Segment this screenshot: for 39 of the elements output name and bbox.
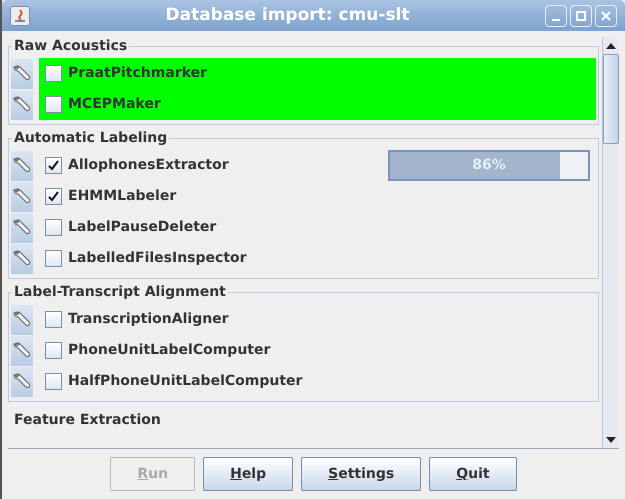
settings-icon[interactable]: [11, 366, 33, 396]
dialog-button[interactable]: Quit: [429, 457, 517, 491]
checkbox[interactable]: [45, 342, 62, 359]
checkbox[interactable]: [45, 96, 62, 113]
progress-reading: 86%: [471, 156, 507, 175]
checkbox[interactable]: [45, 250, 62, 267]
dialog-button[interactable]: Help: [203, 457, 294, 491]
component-label: PraatPitchmarker: [68, 64, 208, 83]
settings-icon[interactable]: [11, 244, 33, 274]
component-label: PhoneUnitLabelComputer: [68, 341, 270, 360]
checkbox[interactable]: [45, 311, 62, 328]
component-label: LabelPauseDeleter: [68, 218, 216, 237]
window-title: Database import: cmu-slt: [164, 4, 411, 27]
section-title: Label-Transcript Alignment: [12, 284, 228, 300]
settings-icon[interactable]: [11, 212, 33, 242]
checkbox[interactable]: [45, 188, 62, 205]
scroll-up-icon[interactable]: [606, 42, 616, 48]
checkbox[interactable]: [45, 157, 62, 174]
component-label: MCEPMaker: [68, 95, 161, 114]
app-icon: [10, 6, 30, 26]
section-title: Automatic Labeling: [12, 130, 170, 146]
component-label: HalfPhoneUnitLabelComputer: [68, 372, 302, 391]
settings-icon[interactable]: [11, 58, 33, 88]
component-label: EHMMLabeler: [68, 187, 176, 206]
dialog-button[interactable]: Settings: [301, 457, 422, 491]
checkbox[interactable]: [45, 65, 62, 82]
settings-icon[interactable]: [11, 90, 33, 120]
settings-icon[interactable]: [11, 336, 33, 366]
settings-icon[interactable]: [11, 182, 33, 212]
component-label: AllophonesExtractor: [68, 156, 229, 175]
checkbox[interactable]: [45, 373, 62, 390]
scroll-down-icon[interactable]: [606, 436, 616, 442]
settings-icon[interactable]: [11, 304, 33, 334]
settings-icon[interactable]: [11, 150, 33, 180]
checkbox[interactable]: [45, 219, 62, 236]
component-label: TranscriptionAligner: [68, 310, 229, 329]
scroll-thumb[interactable]: [603, 54, 619, 144]
component-label: LabelledFilesInspector: [68, 249, 247, 268]
scrollbar[interactable]: [602, 37, 619, 448]
